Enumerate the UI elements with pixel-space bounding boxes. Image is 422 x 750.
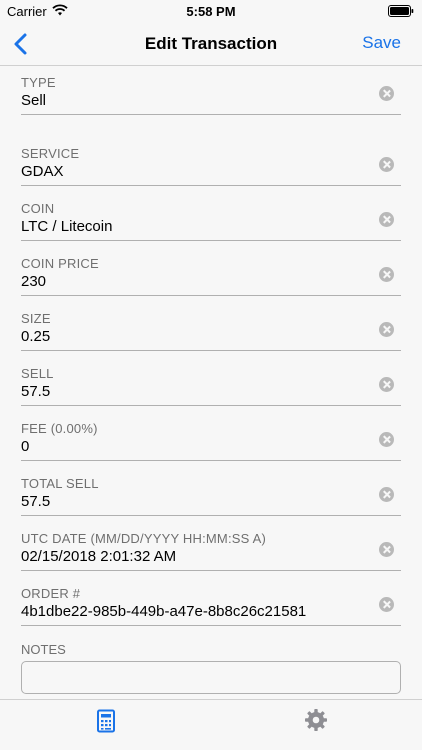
navigation-bar: Edit Transaction Save	[0, 22, 422, 66]
field-label: UTC DATE (MM/DD/YYYY HH:MM:SS A)	[21, 531, 266, 546]
clear-icon[interactable]	[379, 542, 394, 557]
service-field[interactable]: SERVICE GDAX	[21, 138, 401, 186]
field-value: 0.25	[21, 328, 51, 345]
sell-field[interactable]: SELL 57.5	[21, 358, 401, 406]
coin-field[interactable]: COIN LTC / Litecoin	[21, 193, 401, 241]
field-value: Sell	[21, 92, 47, 109]
field-value: 57.5	[21, 493, 51, 510]
calculator-icon[interactable]	[95, 709, 117, 733]
field-value: LTC / Litecoin	[21, 218, 113, 235]
field-label: SERVICE	[21, 146, 80, 161]
field-label: TYPE	[21, 75, 56, 90]
clear-icon[interactable]	[379, 432, 394, 447]
clear-icon[interactable]	[379, 322, 394, 337]
field-label: FEE (0.00%)	[21, 421, 98, 436]
status-bar: Carrier 5:58 PM	[0, 0, 422, 22]
clear-icon[interactable]	[379, 377, 394, 392]
type-field[interactable]: TYPE Sell	[21, 67, 401, 115]
field-label: SIZE	[21, 311, 51, 326]
notes-label: NOTES	[21, 642, 66, 657]
clear-icon[interactable]	[379, 487, 394, 502]
fee-field[interactable]: FEE (0.00%) 0	[21, 413, 401, 461]
field-value: 02/15/2018 2:01:32 AM	[21, 548, 177, 565]
clear-icon[interactable]	[379, 267, 394, 282]
clear-icon[interactable]	[379, 597, 394, 612]
page-title: Edit Transaction	[144, 34, 278, 53]
field-value: GDAX	[21, 163, 64, 180]
clear-icon[interactable]	[379, 212, 394, 227]
gear-icon[interactable]	[304, 708, 328, 732]
battery-icon	[388, 5, 414, 20]
field-label: TOTAL SELL	[21, 476, 99, 491]
coin-price-field[interactable]: COIN PRICE 230	[21, 248, 401, 296]
tab-bar	[0, 699, 422, 750]
field-label: COIN	[21, 201, 55, 216]
utc-date-field[interactable]: UTC DATE (MM/DD/YYYY HH:MM:SS A) 02/15/2…	[21, 523, 401, 571]
clear-icon[interactable]	[379, 157, 394, 172]
field-value: 4b1dbe22-985b-449b-a47e-8b8c26c21581	[21, 603, 307, 620]
save-button[interactable]: Save	[362, 33, 401, 53]
status-time: 5:58 PM	[186, 4, 236, 19]
notes-textarea[interactable]	[21, 661, 401, 694]
size-field[interactable]: SIZE 0.25	[21, 303, 401, 351]
field-value: 0	[21, 438, 30, 455]
field-label: SELL	[21, 366, 54, 381]
field-value: 230	[21, 273, 47, 290]
total-sell-field[interactable]: TOTAL SELL 57.5	[21, 468, 401, 516]
field-label: ORDER #	[21, 586, 81, 601]
field-value: 57.5	[21, 383, 51, 400]
field-label: COIN PRICE	[21, 256, 99, 271]
order-number-field[interactable]: ORDER # 4b1dbe22-985b-449b-a47e-8b8c26c2…	[21, 578, 401, 626]
clear-icon[interactable]	[379, 86, 394, 101]
